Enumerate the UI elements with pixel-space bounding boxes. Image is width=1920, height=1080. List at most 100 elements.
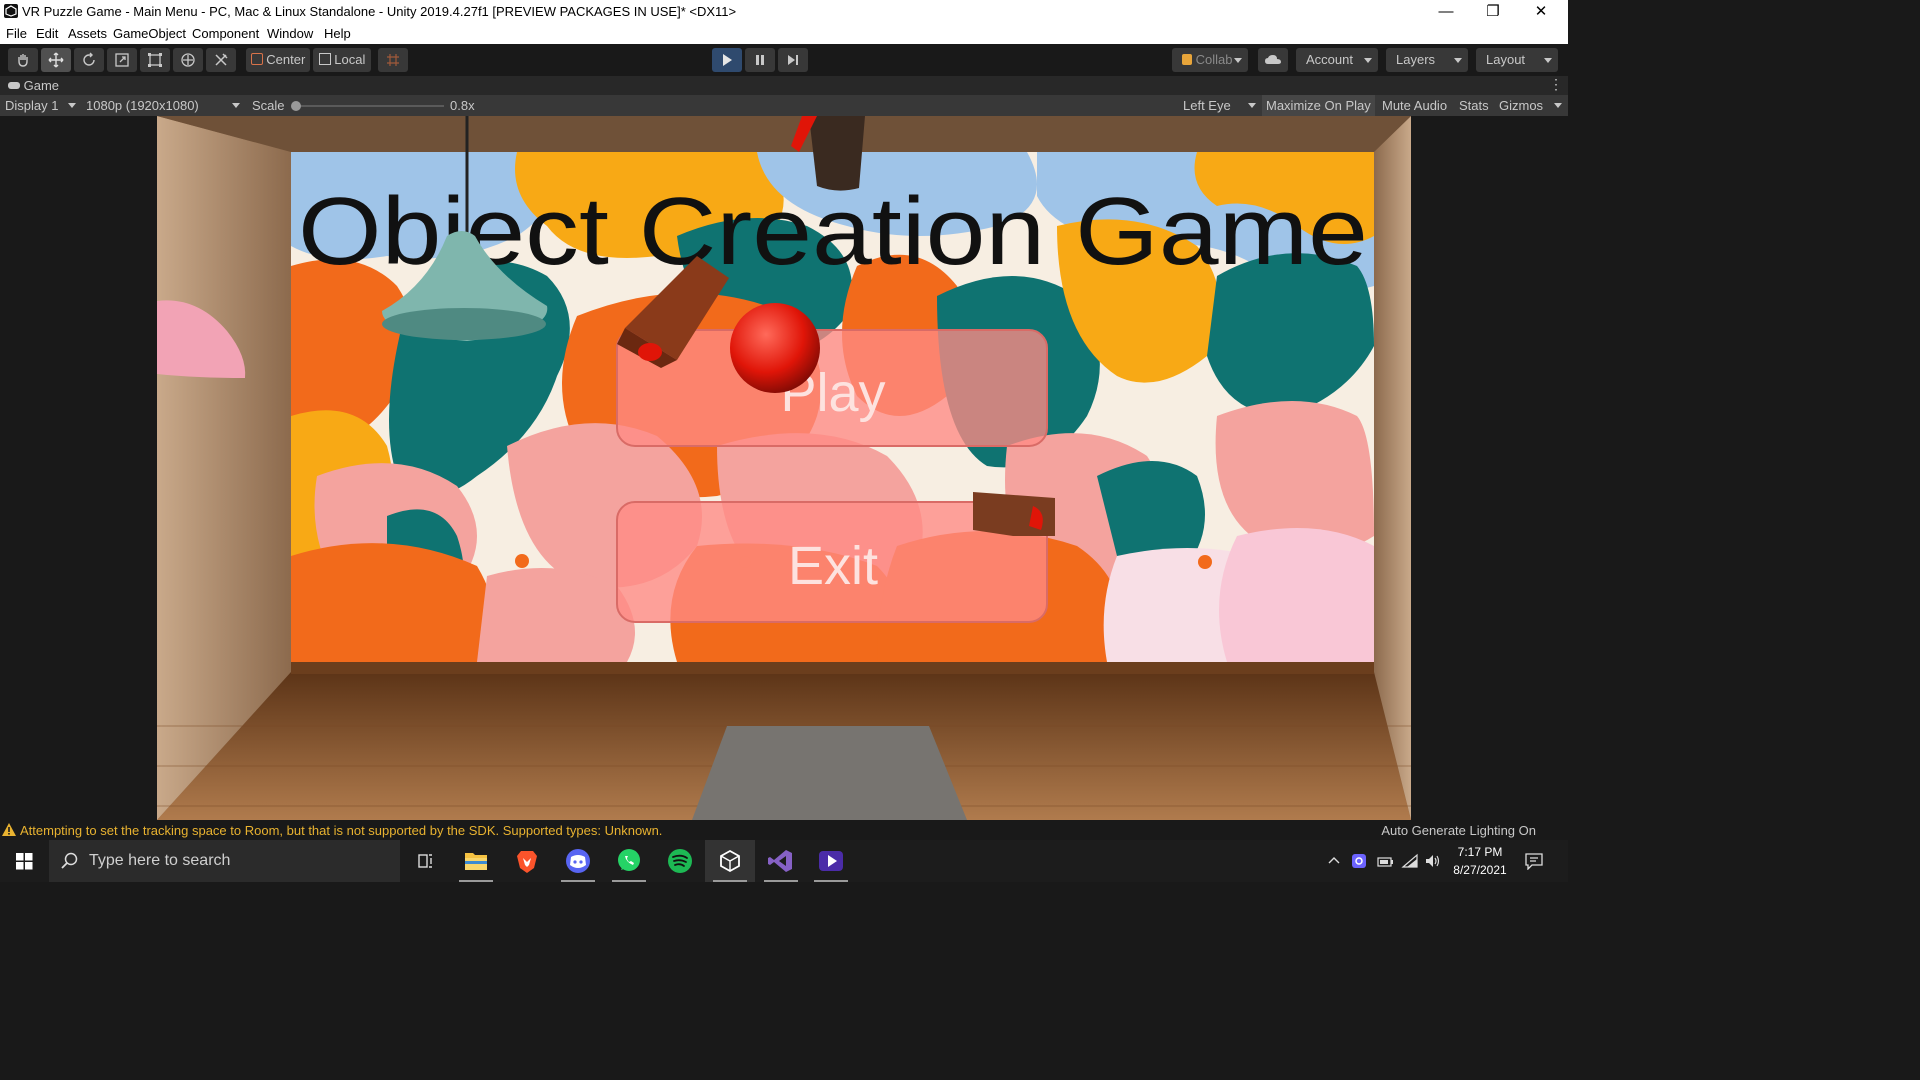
cube-icon [318,53,331,65]
window-title: VR Puzzle Game - Main Menu - PC, Mac & L… [22,4,737,19]
minimize-icon[interactable]: — [1423,0,1469,24]
menu-assets[interactable]: Assets [68,26,107,41]
pivot-icon [250,53,263,65]
custom-tool-icon [215,53,228,66]
restore-icon[interactable]: ❐ [1470,0,1516,24]
clock-time: 7:17 PM [1457,845,1503,859]
game-view-options: Display 1 1080p (1920x1080) Scale 0.8x L… [0,95,1568,116]
tray-app-icon[interactable] [1351,853,1367,869]
layout-dropdown[interactable]: Layout [1476,48,1558,72]
stats-toggle[interactable]: Stats [1459,98,1489,113]
discord-icon[interactable] [553,840,603,882]
chevron-down-icon [68,103,76,108]
task-view-icon[interactable] [400,840,450,882]
status-bar: Attempting to set the tracking space to … [0,820,1568,840]
grid-snap-button[interactable] [378,48,408,72]
display-select[interactable]: Display 1 [5,98,58,113]
chevron-up-icon[interactable] [1326,853,1342,869]
collab-label: Collab [1195,52,1233,67]
notifications-icon[interactable] [1524,852,1544,871]
chevron-down-icon [1554,103,1562,108]
menu-edit[interactable]: Edit [36,26,58,41]
step-icon [788,55,798,65]
menu-help[interactable]: Help [324,26,351,41]
rotate-tool-button[interactable] [74,48,104,72]
video-editor-icon[interactable] [806,840,856,882]
game-viewport[interactable]: Object Creation Game Play Exit [157,116,1411,820]
red-ball [730,303,820,393]
scale-label: Scale [252,98,285,113]
wifi-icon[interactable] [1401,853,1419,869]
resolution-select[interactable]: 1080p (1920x1080) [86,98,199,113]
close-icon[interactable]: ✕ [1518,0,1564,24]
tab-game-label: Game [23,78,60,93]
custom-tool-button[interactable] [206,48,236,72]
unity-icon[interactable] [705,840,755,882]
toolbar: Center Local Collab Account Layers Layou… [0,44,1568,76]
hand-tool-button[interactable] [8,48,38,72]
account-dropdown[interactable]: Account [1296,48,1378,72]
rotate-icon [83,52,95,66]
mute-audio-toggle[interactable]: Mute Audio [1382,98,1447,113]
step-button[interactable] [778,48,808,72]
hanging-block [809,116,865,191]
collab-icon [1182,54,1192,65]
chevron-down-icon [1234,58,1242,63]
floating-cube [973,492,1055,536]
maximize-on-play-toggle[interactable]: Maximize On Play [1262,95,1375,116]
tab-game[interactable]: Game [8,78,59,93]
file-explorer-icon[interactable] [451,840,501,882]
search-icon [61,852,78,869]
whatsapp-icon[interactable] [604,840,654,882]
account-label: Account [1306,52,1353,67]
search-placeholder: Type here to search [89,852,231,869]
windows-icon [16,853,33,870]
menu-window[interactable]: Window [267,26,313,41]
chevron-down-icon [1544,58,1552,63]
collab-dropdown[interactable]: Collab [1172,48,1248,72]
layers-dropdown[interactable]: Layers [1386,48,1468,72]
transform-icon [181,53,195,67]
clock-date: 8/27/2021 [1453,863,1507,877]
scale-slider-track[interactable] [296,105,444,107]
layers-label: Layers [1396,52,1436,67]
scale-tool-button[interactable] [107,48,137,72]
taskbar-search[interactable]: Type here to search [49,840,400,882]
menu-bar: File Edit Assets GameObject Component Wi… [0,24,1568,44]
brave-icon[interactable] [502,840,552,882]
eye-select[interactable]: Left Eye [1183,98,1231,113]
transform-tool-button[interactable] [173,48,203,72]
pause-icon [756,55,764,65]
battery-icon[interactable] [1376,853,1394,869]
scale-slider-thumb[interactable] [291,101,301,111]
move-icon [48,52,64,68]
move-tool-button[interactable] [41,48,71,72]
menu-component[interactable]: Component [192,26,259,41]
menu-file[interactable]: File [6,26,27,41]
clock[interactable]: 7:17 PM 8/27/2021 [1446,843,1514,879]
warning-icon [2,823,16,836]
start-button[interactable] [0,840,49,882]
lighting-status: Auto Generate Lighting On [1381,823,1536,838]
exit-menu-label: Exit [788,536,878,596]
rect-tool-button[interactable] [140,48,170,72]
chevron-down-icon [232,103,240,108]
gizmos-toggle[interactable]: Gizmos [1499,98,1543,113]
volume-icon[interactable] [1424,853,1442,869]
scale-icon [115,53,129,67]
title-bar: VR Puzzle Game - Main Menu - PC, Mac & L… [0,0,1568,24]
play-icon [723,54,732,66]
play-button[interactable] [712,48,742,72]
cloud-button[interactable] [1258,48,1288,72]
console-warning[interactable]: Attempting to set the tracking space to … [20,823,662,838]
pause-button[interactable] [745,48,775,72]
visual-studio-icon[interactable] [756,840,806,882]
space-label: Local [334,52,366,67]
menu-gameobject[interactable]: GameObject [113,26,186,41]
more-options-icon[interactable]: ⋮ [1549,76,1563,92]
game-tab-bar: Game ⋮ [0,76,1568,95]
pivot-center-toggle[interactable]: Center [246,48,310,72]
space-local-toggle[interactable]: Local [313,48,371,72]
hand-icon [18,54,28,67]
spotify-icon[interactable] [655,840,705,882]
